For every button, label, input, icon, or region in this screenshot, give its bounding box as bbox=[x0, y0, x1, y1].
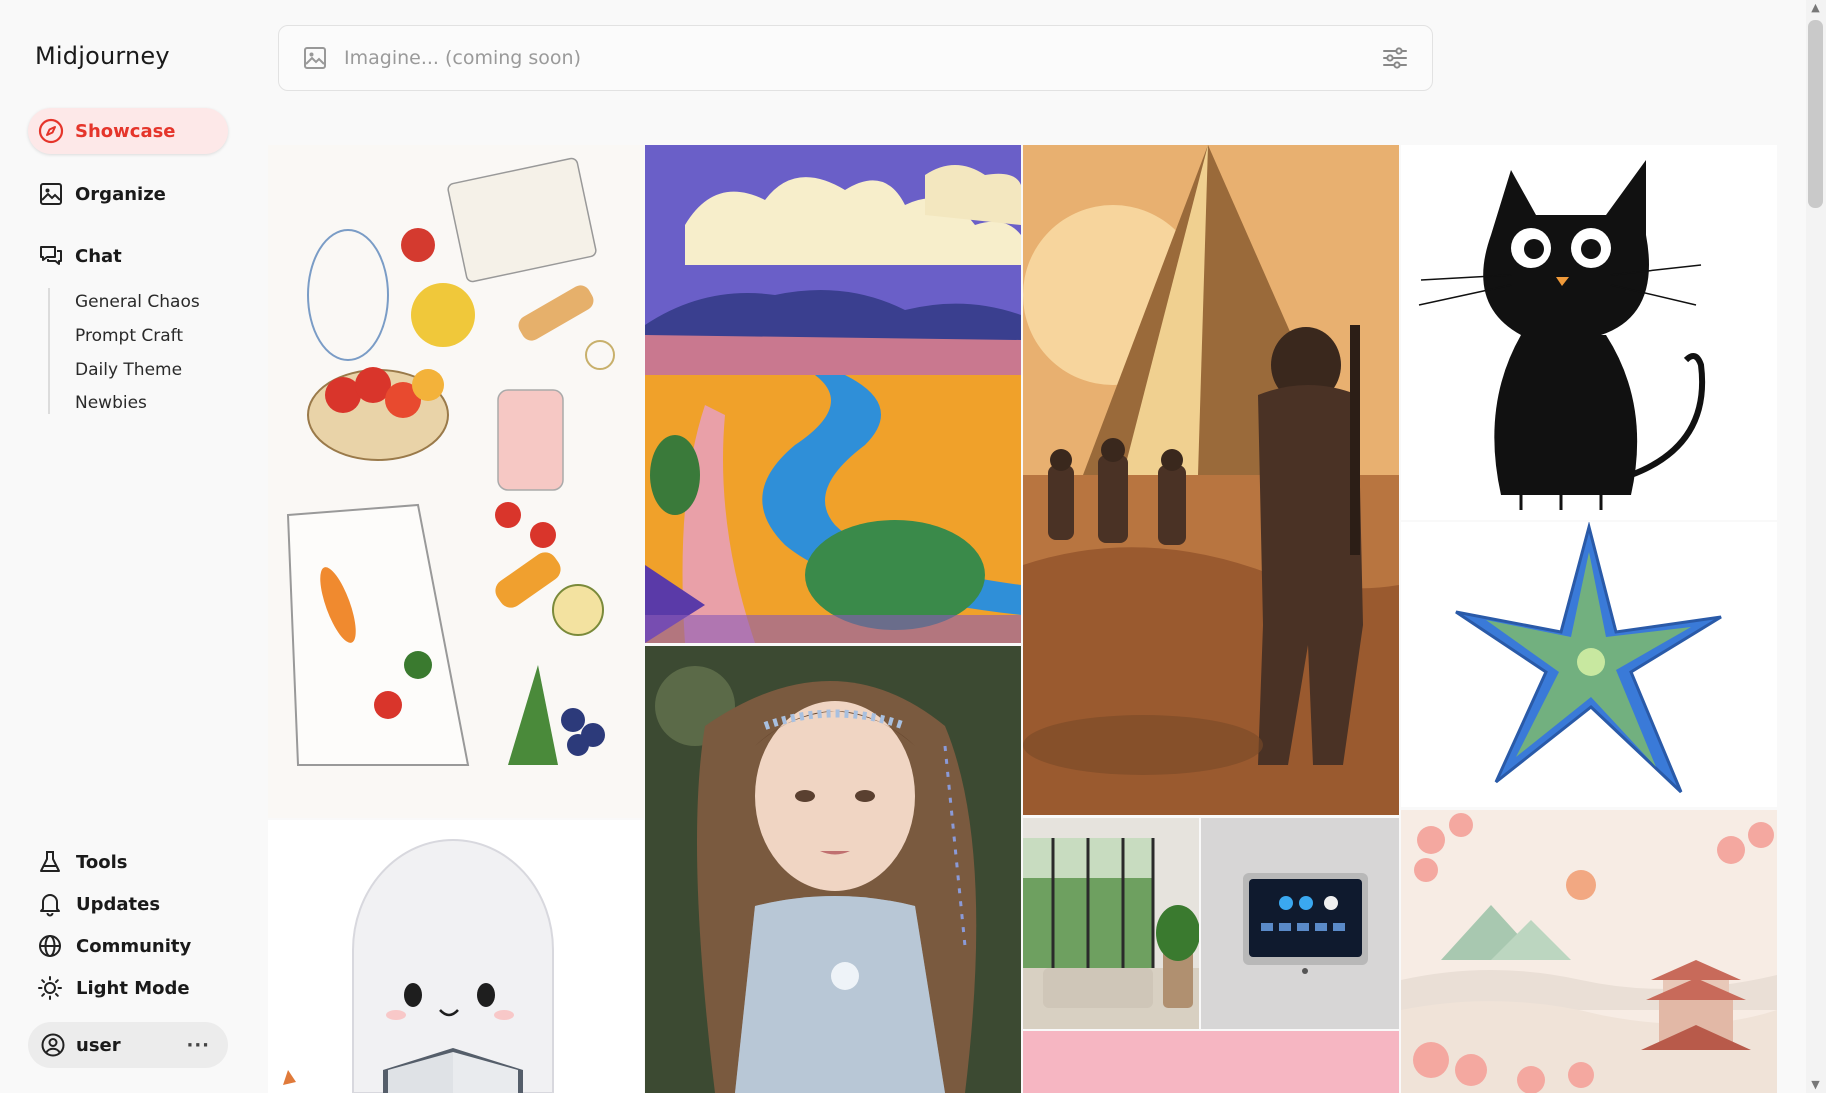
compass-icon bbox=[38, 118, 64, 144]
nav-showcase-label: Showcase bbox=[75, 120, 176, 142]
nav-updates-label: Updates bbox=[76, 893, 161, 915]
image-icon bbox=[302, 45, 328, 71]
starfish-image[interactable] bbox=[1401, 522, 1777, 807]
scrollbar-thumb[interactable] bbox=[1808, 20, 1823, 208]
nav-light-mode-label: Light Mode bbox=[76, 977, 190, 999]
sliders-icon[interactable] bbox=[1380, 43, 1410, 73]
imagine-input[interactable] bbox=[342, 46, 1380, 70]
channel-prompt-craft[interactable]: Prompt Craft bbox=[75, 326, 183, 346]
nav-tools[interactable]: Tools bbox=[28, 842, 238, 882]
user-name: user bbox=[76, 1034, 121, 1056]
ghost-reading-image[interactable] bbox=[268, 820, 644, 1093]
modern-livingroom-image[interactable] bbox=[1023, 818, 1199, 1029]
nav-organize[interactable]: Organize bbox=[28, 171, 228, 217]
nav-tools-label: Tools bbox=[76, 851, 128, 873]
imagine-bar bbox=[278, 25, 1433, 91]
chat-channels-divider bbox=[48, 288, 50, 414]
paper-cherry-blossom-image[interactable] bbox=[1401, 810, 1777, 1093]
grocery-sketch-image[interactable] bbox=[268, 145, 644, 818]
nav-chat[interactable]: Chat bbox=[28, 233, 228, 279]
image-icon bbox=[38, 181, 64, 207]
smart-panel-image[interactable] bbox=[1201, 818, 1399, 1029]
pyramid-soldiers-image[interactable] bbox=[1023, 145, 1399, 815]
user-account[interactable]: user ··· bbox=[28, 1022, 228, 1068]
sidebar: Midjourney Showcase Organize Chat Genera… bbox=[0, 0, 262, 1093]
nav-community[interactable]: Community bbox=[28, 926, 238, 966]
nav-organize-label: Organize bbox=[75, 183, 166, 205]
brand-logo[interactable]: Midjourney bbox=[35, 42, 170, 70]
nav-chat-label: Chat bbox=[75, 245, 122, 267]
channel-general-chaos[interactable]: General Chaos bbox=[75, 292, 200, 312]
black-cat-sketch-image[interactable] bbox=[1401, 145, 1777, 520]
nav-community-label: Community bbox=[76, 935, 192, 957]
landscape-river-image[interactable] bbox=[645, 145, 1021, 643]
user-circle-icon bbox=[40, 1032, 66, 1058]
user-menu-button[interactable]: ··· bbox=[186, 1035, 210, 1056]
fairy-girl-image[interactable] bbox=[645, 646, 1021, 1093]
nav-updates[interactable]: Updates bbox=[28, 884, 238, 924]
pink-image[interactable] bbox=[1023, 1031, 1399, 1093]
nav-light-mode[interactable]: Light Mode bbox=[28, 968, 238, 1008]
nav-showcase[interactable]: Showcase bbox=[28, 108, 228, 154]
chat-icon bbox=[38, 243, 64, 269]
channel-daily-theme[interactable]: Daily Theme bbox=[75, 360, 182, 380]
bell-icon bbox=[36, 890, 64, 918]
sun-icon bbox=[36, 974, 64, 1002]
scroll-down-icon[interactable]: ▼ bbox=[1808, 1077, 1823, 1093]
channel-newbies[interactable]: Newbies bbox=[75, 393, 147, 413]
globe-icon bbox=[36, 932, 64, 960]
flask-icon bbox=[36, 848, 64, 876]
scroll-up-icon[interactable]: ▲ bbox=[1808, 0, 1823, 16]
